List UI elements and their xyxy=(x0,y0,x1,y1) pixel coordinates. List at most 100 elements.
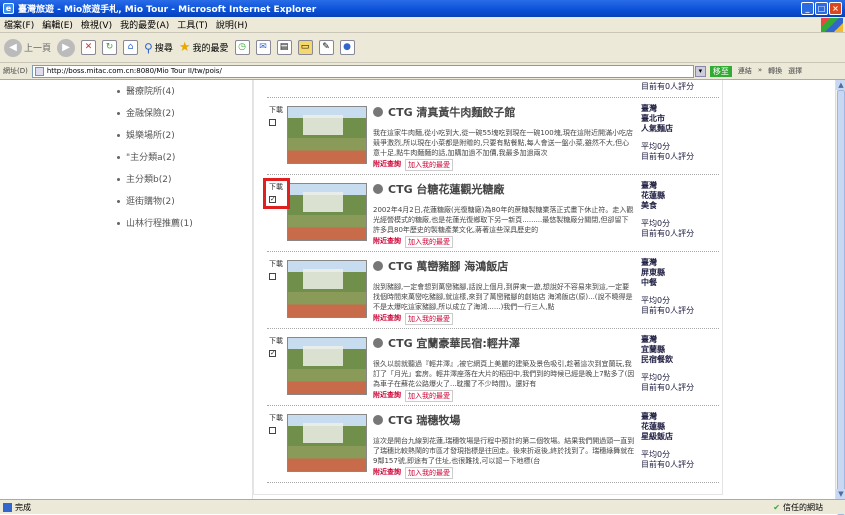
address-input[interactable]: http://boss.mitac.com.cn:8080/Mio Tour I… xyxy=(31,64,694,78)
nearby-search-link[interactable]: 附近查詢 xyxy=(373,390,401,402)
minimize-button[interactable]: _ xyxy=(801,2,814,15)
poi-description: 說到豬腳,一定會想到萬巒豬腳,話說上個月,到屏東一遊,想說好不容易來到這,一定要… xyxy=(373,283,633,311)
menu-favorites[interactable]: 我的最愛(A) xyxy=(120,18,169,31)
status-text: 完成 xyxy=(15,502,31,512)
search-button[interactable]: ⚲ 搜尋 xyxy=(144,41,173,55)
forward-arrow-icon: ▶ xyxy=(57,38,76,57)
poi-location: 臺灣 花蓮縣 美食 xyxy=(641,181,665,210)
poi-thumbnail[interactable] xyxy=(287,260,367,318)
address-dropdown-icon[interactable]: ▾ xyxy=(694,65,706,77)
add-favorite-button[interactable]: 加入我的最愛 xyxy=(405,390,453,402)
poi-rating: 平均0分 目前有0人評分 xyxy=(641,373,695,392)
status-bar: 完成 ✔ 信任的網站 xyxy=(0,499,845,514)
forward-button[interactable]: ▶ xyxy=(57,38,76,57)
go-button[interactable]: 移至 xyxy=(709,65,732,77)
add-favorite-button[interactable]: 加入我的最愛 xyxy=(405,159,453,171)
menu-file[interactable]: 檔案(F) xyxy=(4,18,34,31)
poi-title[interactable]: CTG 台糖花蓮觀光糖廠 xyxy=(373,181,504,197)
download-label: 下載 xyxy=(269,106,283,126)
category-item[interactable]: 逛街購物(2) xyxy=(117,194,175,207)
poi-title[interactable]: CTG 萬巒豬腳 海鴻飯店 xyxy=(373,258,508,274)
download-label: 下載 xyxy=(269,414,283,434)
poi-thumbnail[interactable] xyxy=(287,183,367,241)
poi-item: 下載 ✓ CTG 宜蘭豪華民宿:輕井澤 很久以前就聽過『輕井澤』,被它網頁上美麗的… xyxy=(267,329,719,406)
poi-thumbnail[interactable] xyxy=(287,337,367,395)
menu-view[interactable]: 檢視(V) xyxy=(81,18,112,31)
security-zone: ✔ 信任的網站 xyxy=(773,502,823,512)
category-item[interactable]: "主分類a(2) xyxy=(117,150,175,163)
add-favorite-button[interactable]: 加入我的最愛 xyxy=(405,236,453,248)
page-status-icon xyxy=(3,502,12,512)
home-icon[interactable]: ⌂ xyxy=(123,40,139,55)
history-icon[interactable]: ◷ xyxy=(234,40,250,55)
category-sidebar: 醫療院所(4) 金融保險(2) 娛樂場所(2) "主分類a(2) 主分類b(2)… xyxy=(0,80,253,499)
category-item[interactable]: 山林行程推薦(1) xyxy=(117,216,193,229)
back-arrow-icon: ◀ xyxy=(4,38,22,57)
nearby-search-link[interactable]: 附近查詢 xyxy=(373,467,401,479)
download-checkbox[interactable] xyxy=(269,427,276,434)
poi-title[interactable]: CTG 宜蘭豪華民宿:輕井澤 xyxy=(373,335,520,351)
download-label: 下載 ✓ xyxy=(269,337,283,357)
add-favorite-button[interactable]: 加入我的最愛 xyxy=(405,313,453,325)
scroll-thumb[interactable] xyxy=(837,90,845,515)
folder-icon[interactable]: ▭ xyxy=(297,40,313,55)
nearby-search-link[interactable]: 附近查詢 xyxy=(373,236,401,248)
nearby-search-link[interactable]: 附近查詢 xyxy=(373,313,401,325)
page-content: 醫療院所(4) 金融保險(2) 娛樂場所(2) "主分類a(2) 主分類b(2)… xyxy=(0,80,835,499)
close-button[interactable]: × xyxy=(829,2,842,15)
messenger-icon[interactable]: ● xyxy=(339,40,355,55)
poi-description: 我在這家牛肉麵,從小吃到大,從一碗55塊吃到現在一碗100塊,現在這附近開滿小吃… xyxy=(373,129,633,157)
maximize-button[interactable]: □ xyxy=(815,2,828,15)
convert-button[interactable]: 轉換 xyxy=(768,66,782,76)
poi-title[interactable]: CTG 瑞穗牧場 xyxy=(373,412,460,428)
select-button[interactable]: 選擇 xyxy=(788,66,802,76)
poi-thumbnail[interactable] xyxy=(287,414,367,472)
windows-logo-icon xyxy=(821,18,843,32)
edit-icon[interactable]: ✎ xyxy=(318,40,334,55)
add-favorite-button[interactable]: 加入我的最愛 xyxy=(405,467,453,479)
download-checkbox[interactable] xyxy=(269,119,276,126)
poi-rating: 平均0分 目前有0人評分 xyxy=(641,296,695,315)
poi-thumbnail[interactable] xyxy=(287,106,367,164)
scroll-down-icon[interactable]: ▼ xyxy=(836,489,845,499)
address-bar: 網址(D) http://boss.mitac.com.cn:8080/Mio … xyxy=(0,63,845,80)
poi-rating: 平均0分 目前有0人評分 xyxy=(641,219,695,238)
category-item[interactable]: 娛樂場所(2) xyxy=(117,128,175,141)
poi-icon xyxy=(373,261,383,271)
mail-icon[interactable]: ✉ xyxy=(255,40,271,55)
favorites-button[interactable]: ★ 我的最愛 xyxy=(179,40,229,55)
nearby-search-link[interactable]: 附近查詢 xyxy=(373,159,401,171)
menu-tools[interactable]: 工具(T) xyxy=(177,18,208,31)
address-label: 網址(D) xyxy=(3,67,28,75)
poi-title[interactable]: CTG 清真黃牛肉麵餃子館 xyxy=(373,104,515,120)
category-item[interactable]: 主分類b(2) xyxy=(117,172,171,185)
download-label: 下載 xyxy=(269,260,283,280)
vertical-scrollbar[interactable]: ▲ ▼ xyxy=(835,80,845,515)
poi-description: 這次是開台九線到花蓮,瑞穗牧場是行程中預計的第二個牧場。結果我們開過頭一直到了瑞… xyxy=(373,437,635,465)
trusted-site-icon: ✔ xyxy=(773,502,780,512)
category-item[interactable]: 醫療院所(4) xyxy=(117,84,175,97)
links-label[interactable]: 連結 xyxy=(738,66,752,76)
search-icon: ⚲ xyxy=(144,40,153,55)
stop-icon[interactable]: ✕ xyxy=(81,40,97,55)
category-item[interactable]: 金融保險(2) xyxy=(117,106,175,119)
poi-icon xyxy=(373,107,383,117)
scroll-up-icon[interactable]: ▲ xyxy=(836,80,845,90)
poi-location: 臺灣 花蓮縣 星級飯店 xyxy=(641,412,673,441)
poi-item: 下載 CTG 瑞穗牧場 這次是開台九線到花蓮,瑞穗牧場是行程中預計的第二個牧場。… xyxy=(267,406,719,483)
poi-icon xyxy=(373,184,383,194)
download-checkbox[interactable]: ✓ xyxy=(269,350,276,357)
poi-list: 目前有0人評分 下載 CTG 清真黃牛肉麵餃子館 我在這家牛肉麵,從小吃到大,從… xyxy=(263,80,721,499)
poi-location: 臺灣 屏東縣 中餐 xyxy=(641,258,665,287)
poi-description: 2002年4月2日,花蓮糖廠(光復糖廠)為80年的蔗糖製糖業落正式畫下休止符。走… xyxy=(373,206,634,234)
links-more[interactable]: » xyxy=(758,66,762,76)
window-title: 臺灣旅遊 - Mio旅遊手札, Mio Tour - Microsoft Int… xyxy=(18,5,317,15)
menu-help[interactable]: 說明(H) xyxy=(216,18,248,31)
back-button[interactable]: ◀ 上一頁 xyxy=(4,38,51,57)
refresh-icon[interactable]: ↻ xyxy=(102,40,118,55)
menu-edit[interactable]: 編輯(E) xyxy=(42,18,73,31)
download-checkbox[interactable] xyxy=(269,273,276,280)
print-icon[interactable]: ▤ xyxy=(276,40,292,55)
star-icon: ★ xyxy=(178,40,191,55)
page-icon xyxy=(34,66,44,76)
